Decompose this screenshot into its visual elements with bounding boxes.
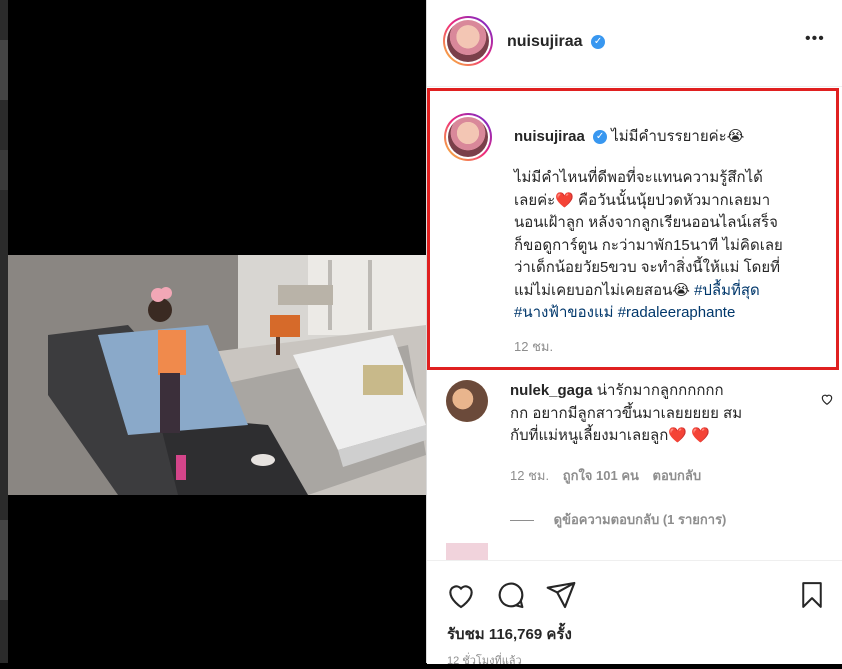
comment-likes[interactable]: ถูกใจ 101 คน [563, 468, 639, 483]
header-avatar[interactable] [443, 16, 493, 66]
caption-highlight: nuisujiraa ✓ ไม่มีคำบรรยายค่ะ😭 ไม่มีคำไห… [427, 88, 839, 370]
caption-header: nuisujiraa ✓ ไม่มีคำบรรยายค่ะ😭 [514, 124, 744, 148]
video-frame-illustration [8, 255, 426, 495]
caption-line: ไม่มีคำไหนที่ดีพอที่จะแทนความรู้สึกได้ [514, 169, 763, 186]
header-username[interactable]: nuisujiraa [507, 33, 583, 50]
caption-line: นอนเฝ้าลูก หลังจากลูกเรียนออนไลน์เสร็จ [514, 214, 778, 231]
caption-line-with-hashtag: แม่ไม่เคยบอกไม่เคยสอน😭 #ปลื้มที่สุด [514, 280, 834, 303]
comment-bubble-icon[interactable] [495, 579, 527, 616]
post-video[interactable] [8, 255, 426, 495]
verified-icon: ✓ [593, 130, 608, 145]
caption-time[interactable]: 12 ชม. [514, 336, 553, 357]
comment-text: น่ารักมากลูกกกกกก [596, 382, 724, 399]
action-bar: รับชม 116,769 ครั้ง 12 ชั่วโมงที่แล้ว [427, 560, 842, 667]
replies-divider [510, 520, 534, 522]
hashtag-link[interactable]: #ปลื้มที่สุด [694, 282, 760, 299]
comment-meta: 12 ชม. ถูกใจ 101 คน ตอบกลับ [510, 465, 701, 486]
view-count[interactable]: รับชม 116,769 ครั้ง [447, 622, 572, 646]
next-comment-avatar [446, 543, 488, 560]
comment-text: กก อยากมีลูกสาวขึ้นมาเลยยยยย สม [510, 404, 743, 422]
caption-line: แม่ไม่เคยบอกไม่เคยสอน😭 [514, 281, 690, 299]
verified-icon: ✓ [591, 34, 606, 49]
post-header: nuisujiraa ✓ ••• [427, 0, 842, 87]
comment-text: กับที่แม่หนูเลี้ยงมาเลยลูก❤️ ❤️ [510, 427, 710, 444]
header-user: nuisujiraa ✓ [507, 33, 606, 51]
hashtag-link[interactable]: #radaleeraphante [618, 304, 736, 321]
comment-heart-icon[interactable] [820, 392, 834, 411]
save-bookmark-icon[interactable] [797, 579, 827, 616]
caption-line: เลยค่ะ❤️ คือวันนั้นนุ้ยปวดหัวมากเลยมา [514, 191, 771, 209]
caption-username[interactable]: nuisujiraa [514, 128, 585, 145]
post-timestamp[interactable]: 12 ชั่วโมงที่แล้ว [447, 651, 522, 669]
comment-username[interactable]: nulek_gaga [510, 382, 593, 399]
like-heart-icon[interactable] [445, 579, 477, 616]
comment-time[interactable]: 12 ชม. [510, 468, 549, 483]
view-replies-button[interactable]: ดูข้อความตอบกลับ (1 รายการ) [510, 509, 726, 530]
background-strip [0, 0, 8, 663]
post-sidebar: nuisujiraa ✓ ••• nuisujiraa ✓ ไม่มีคำบรร… [426, 0, 842, 667]
hashtag-link[interactable]: #นางฟ้าของแม่ [514, 304, 614, 321]
hashtag-line: #นางฟ้าของแม่ #radaleeraphante [514, 302, 834, 325]
comment-avatar[interactable] [446, 380, 488, 422]
caption-line: ว่าเด็กน้อยวัย5ขวบ จะทำสิ่งนี้ให้แม่ โดย… [514, 259, 781, 276]
caption-body: ไม่มีคำไหนที่ดีพอที่จะแทนความรู้สึกได้ เ… [514, 167, 834, 325]
share-paper-plane-icon[interactable] [545, 579, 577, 616]
view-replies-label: ดูข้อความตอบกลับ (1 รายการ) [553, 512, 727, 527]
caption-title: ไม่มีคำบรรยายค่ะ😭 [611, 128, 745, 145]
more-options-icon[interactable]: ••• [805, 30, 825, 48]
comment-body: nulek_gaga น่ารักมากลูกกกกกก กก อยากมีลู… [510, 380, 810, 448]
caption-line: ก็ขอดูการ์ตูน กะว่ามาพัก15นาที ไม่คิดเลย [514, 236, 783, 254]
media-panel [0, 0, 426, 663]
comment-reply-button[interactable]: ตอบกลับ [653, 468, 702, 483]
caption-avatar[interactable] [444, 113, 492, 161]
